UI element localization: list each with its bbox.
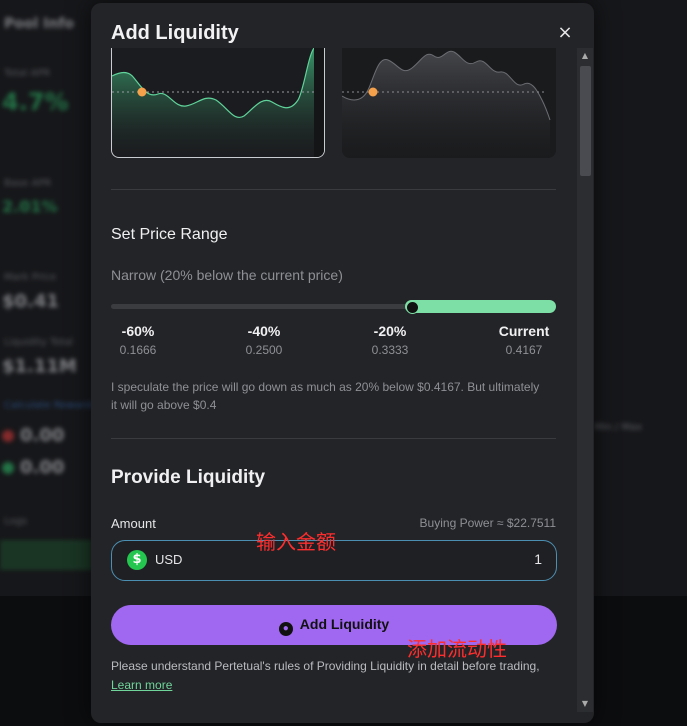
modal-scroll-content[interactable]: Set Price Range Narrow (20% below the cu…: [91, 48, 577, 723]
modal-title: Add Liquidity: [111, 22, 239, 44]
bg-row-1-value: 0.00: [20, 425, 65, 446]
amount-label: Amount: [111, 516, 156, 531]
tick-price: 0.1666: [119, 343, 157, 357]
scroll-down-arrow-icon[interactable]: ▼: [577, 696, 593, 712]
bg-row-2-value: 0.00: [20, 457, 65, 478]
scrollbar-thumb[interactable]: [580, 66, 591, 176]
range-tick-40[interactable]: -40% 0.2500: [237, 323, 291, 357]
narrow-chart-edge: [314, 48, 324, 157]
bg-pool-title: Pool Info: [4, 16, 75, 32]
bg-row-2: 0.00: [2, 457, 64, 478]
dollar-icon: $: [127, 550, 147, 570]
add-liquidity-button-label: Add Liquidity: [299, 616, 390, 632]
tick-percent: -20%: [373, 323, 407, 339]
range-tick-60[interactable]: -60% 0.1666: [111, 323, 165, 357]
bg-label-3: Mark Price: [4, 272, 57, 283]
bg-label-1: Total APR: [4, 68, 51, 79]
tick-price: 0.2500: [245, 343, 283, 357]
tick-percent: -40%: [247, 323, 281, 339]
scroll-up-arrow-icon[interactable]: ▲: [577, 48, 593, 64]
bg-rewards-link: Calculate Rewards: [4, 400, 97, 411]
tick-price: 0.4167: [505, 343, 543, 357]
bg-label-4: Liquidity Total: [4, 337, 74, 348]
bg-mark-price: $0.41: [2, 291, 59, 312]
slider-handle[interactable]: [406, 301, 419, 314]
divider-top: [111, 189, 556, 190]
bg-right-text: Min / Max: [594, 422, 643, 433]
wide-range-chart-card[interactable]: [342, 48, 556, 158]
narrow-range-chart: [112, 48, 324, 157]
price-range-slider[interactable]: [111, 300, 556, 314]
annotation-enter-amount: 输入金额: [256, 530, 336, 554]
range-tick-20[interactable]: -20% 0.3333: [363, 323, 417, 357]
learn-more-link[interactable]: Learn more: [111, 678, 172, 692]
provide-liquidity-heading: Provide Liquidity: [111, 467, 266, 488]
speculation-text: I speculate the price will go down as mu…: [111, 380, 540, 412]
liquidity-drop-icon: ●: [278, 622, 293, 636]
bg-row-1: 0.00: [2, 425, 64, 446]
divider-middle: [111, 438, 556, 439]
bg-green-dot: [2, 462, 14, 474]
bg-label-2: Base APR: [4, 178, 52, 189]
bg-red-dot: [2, 430, 14, 442]
bg-liquidity: $1.11M: [2, 356, 77, 377]
wide-range-chart: [342, 50, 551, 158]
tick-percent: Current: [498, 323, 550, 339]
narrow-chart-area: [112, 48, 314, 157]
narrow-range-chart-card[interactable]: [111, 48, 325, 158]
buying-power: Buying Power ≈ $22.7511: [419, 516, 556, 530]
slider-selected-range: [405, 300, 556, 313]
wide-chart-area: [342, 51, 550, 158]
tick-price: 0.3333: [371, 343, 409, 357]
currency-label: USD: [155, 552, 183, 567]
modal-scrollbar[interactable]: ▲ ▼: [577, 48, 593, 712]
range-tick-current[interactable]: Current 0.4167: [491, 323, 557, 357]
bg-apr-value: 4.7%: [2, 88, 69, 116]
set-price-range-heading: Set Price Range: [111, 226, 228, 243]
narrow-chart-marker: [137, 87, 147, 97]
terms-notice: Please understand Pertetual's rules of P…: [111, 657, 551, 695]
bg-green-bar: [0, 540, 92, 570]
add-liquidity-modal: Add Liquidity × Set Price Range Narrow (…: [91, 3, 594, 723]
annotation-add-liquidity: 添加流动性: [407, 637, 507, 661]
range-selection-description: Narrow (20% below the current price): [111, 267, 343, 283]
tick-percent: -60%: [121, 323, 155, 339]
close-icon[interactable]: ×: [555, 23, 575, 43]
wide-chart-marker: [368, 87, 378, 97]
bg-base-apr-value: 2.01%: [2, 197, 58, 216]
bg-logs-label: Logs: [4, 516, 28, 527]
amount-value[interactable]: 1: [534, 551, 542, 567]
